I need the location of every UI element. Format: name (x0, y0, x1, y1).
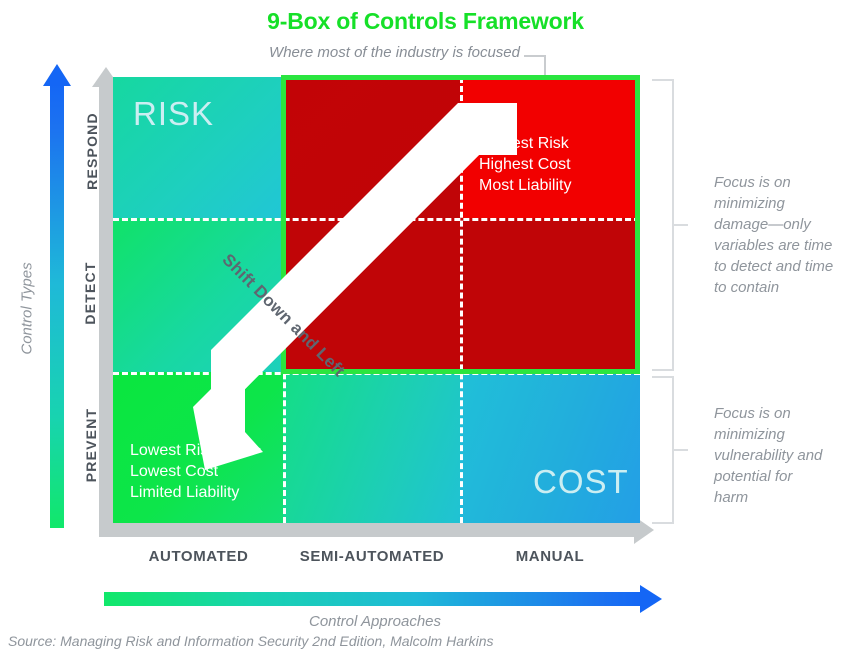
highest-risk-block-text: Highest Risk Highest Cost Most Liability (479, 135, 572, 194)
industry-focus-callout: Where most of the industry is focused (269, 44, 520, 61)
cost-label: COST (533, 463, 629, 500)
nine-box-matrix: RISK COST Highest Risk Highest Cost Most… (113, 75, 640, 523)
cell-detect-manual[interactable] (460, 218, 640, 372)
x-tick-semi-automated: SEMI-AUTOMATED (299, 548, 445, 565)
control-approaches-arrow-shaft (104, 592, 644, 606)
control-approaches-arrow-head-icon (640, 585, 662, 613)
y-axis-title: Control Types (18, 262, 36, 355)
control-types-arrow-shaft (50, 83, 64, 528)
callout-connector-horizontal (524, 55, 546, 57)
lowest-risk-block-text: Lowest Risk Lowest Cost Limited Liabilit… (130, 442, 240, 501)
bracket-prevent (652, 376, 674, 524)
risk-label: RISK (133, 95, 215, 132)
cell-prevent-semi-automated[interactable] (283, 372, 461, 523)
x-axis-title: Control Approaches (308, 613, 442, 630)
y-tick-detect: DETECT (82, 261, 98, 325)
y-axis-line (99, 84, 113, 524)
prevent-note: Focus is on minimizing vulnerability and… (714, 405, 823, 506)
callout-connector-vertical (544, 55, 546, 79)
source-caption: Source: Managing Risk and Information Se… (8, 633, 494, 649)
respond-detect-note: Focus is on minimizing damage—only varia… (714, 174, 834, 296)
bracket-respond-detect-stub (672, 224, 688, 226)
cell-respond-semi-automated[interactable] (283, 77, 461, 218)
page-title: 9-Box of Controls Framework (267, 8, 584, 34)
x-axis-line (99, 523, 636, 537)
control-types-arrow-head-icon (43, 64, 71, 86)
x-tick-manual: MANUAL (515, 548, 585, 565)
x-tick-automated: AUTOMATED (148, 548, 249, 565)
bracket-prevent-stub (672, 449, 688, 451)
y-tick-respond: RESPOND (84, 112, 100, 190)
bracket-respond-detect (652, 79, 674, 371)
y-tick-prevent: PREVENT (83, 407, 99, 483)
infographic-canvas: 9-Box of Controls Framework Where most o… (0, 0, 851, 664)
